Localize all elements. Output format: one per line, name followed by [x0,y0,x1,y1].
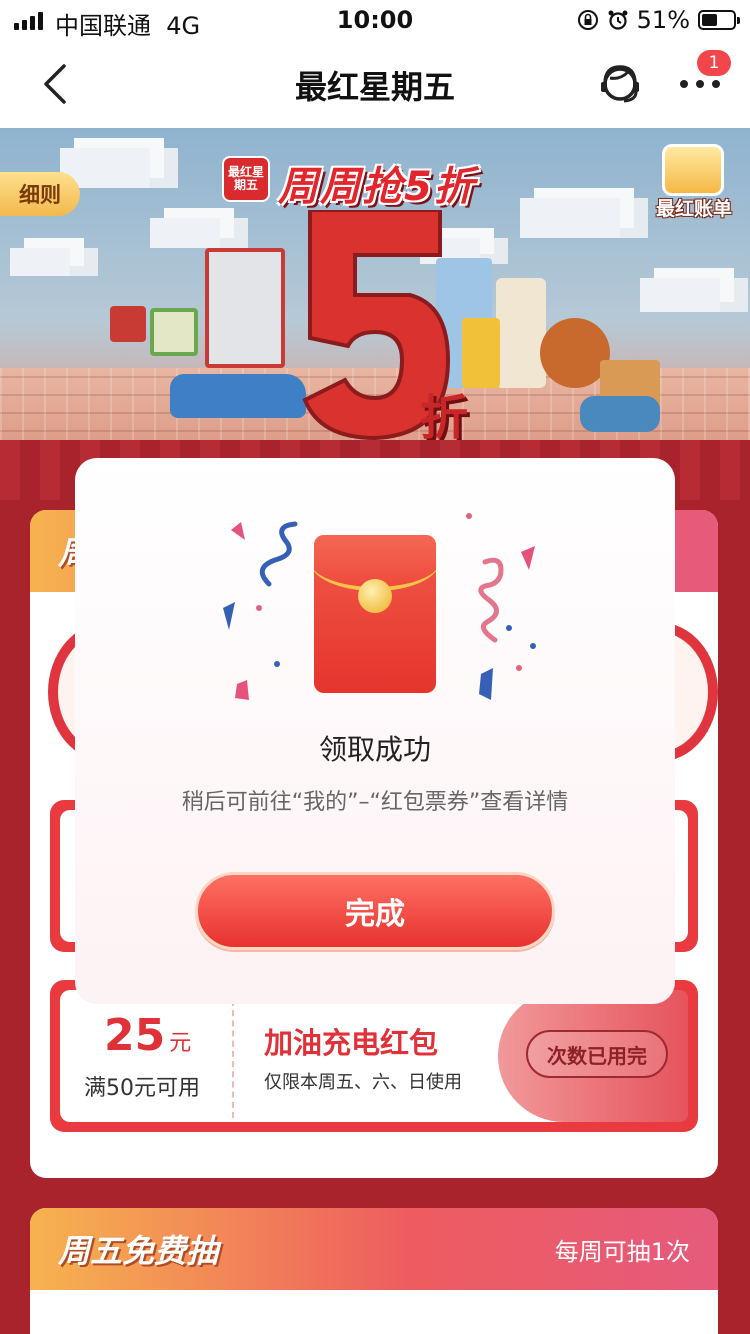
coupon-amount: 25 元 [104,1010,192,1061]
done-button[interactable]: 完成 [195,872,555,950]
cloud [520,198,620,238]
status-right: 51% [577,6,740,34]
draw-card-note: 每周可抽1次 [554,1238,690,1266]
coupon-condition: 满50元可用 [84,1076,200,1101]
charging-sign [150,308,198,356]
scooter [580,396,660,432]
discount-zhe-text: 折 [420,390,469,446]
red-envelope-icon [314,535,436,693]
ledger-entry[interactable]: 最红账单 [648,144,740,224]
gas-pump [205,248,285,368]
drink-cup [496,278,546,388]
message-count-badge: 1 [697,50,731,76]
coupon-body: 25 元 满50元可用 加油充电红包 仅限本周五、六、日使用 次数已用完 [60,990,688,1122]
blue-car [170,374,306,418]
coupon-title: 加油充电红包 [264,1026,439,1060]
ledger-label: 最红账单 [655,198,732,220]
cloud [640,278,720,312]
arrow-sign [110,306,146,342]
coupon-used-up-button[interactable]: 次数已用完 [526,1030,668,1078]
confetti-left [223,521,298,700]
customer-service-icon[interactable] [596,60,644,108]
hero-headline: 周周抢5折 [278,164,476,210]
draw-card-title: 周五免费抽 [58,1232,219,1270]
alarm-icon [608,10,628,30]
status-bar: 中国联通 4G 10:00 51% [0,0,750,40]
orientation-lock-icon [577,10,598,30]
battery-percent: 51% [636,6,690,34]
free-draw-card: 周五免费抽 每周可抽1次 [30,1208,718,1334]
cloud [10,248,70,276]
coupon-divider [232,1000,234,1118]
brand-logo: 最红星期五 [222,156,270,202]
card-header: 周五免费抽 每周可抽1次 [30,1208,718,1290]
ledger-icon [662,144,724,196]
coupon-description: 仅限本周五、六、日使用 [264,1072,462,1093]
confetti-right [466,513,536,700]
battery-icon [698,10,740,30]
claim-success-dialog: 领取成功 稍后可前往“我的”–“红包票券”查看详情 完成 [75,458,675,1004]
dialog-subtitle: 稍后可前往“我的”–“红包票券”查看详情 [181,790,569,815]
nav-bar: 最红星期五 [0,40,750,128]
dialog-title: 领取成功 [318,733,431,766]
cloud [150,218,220,248]
rules-tab[interactable]: 细则 [0,172,80,216]
